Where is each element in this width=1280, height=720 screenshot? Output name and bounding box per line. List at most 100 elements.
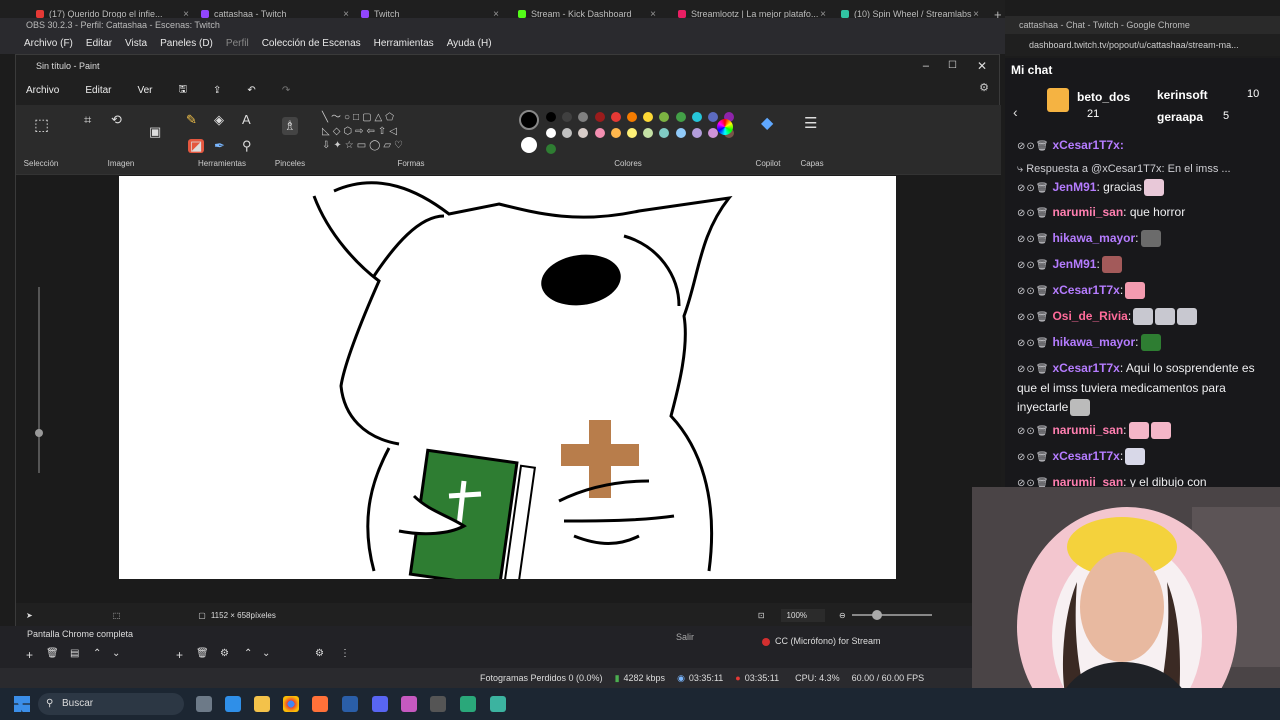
layers-icon[interactable]: ☰ [804, 116, 817, 131]
up-icon[interactable]: ⌃ [93, 648, 101, 659]
properties-icon[interactable]: ▤ [70, 648, 79, 659]
obs-icon[interactable] [430, 696, 446, 712]
delete-source-icon[interactable]: 🗑 [196, 648, 209, 659]
maximize-icon[interactable]: ☐ [948, 55, 957, 77]
mod-icons[interactable]: ⊘⊙🗑 [1017, 282, 1049, 301]
chat-username[interactable]: xCesar1T7x [1052, 283, 1119, 297]
eraser-icon[interactable]: ◪ [188, 139, 205, 153]
zoom-select[interactable]: 100% [780, 608, 826, 622]
edit-colors-icon[interactable] [717, 119, 733, 135]
primary-color[interactable] [519, 110, 539, 130]
color-swatch[interactable] [675, 112, 686, 122]
mod-icons[interactable]: ⊘⊙🗑 [1017, 422, 1049, 441]
down-icon[interactable]: ⌄ [112, 648, 120, 659]
mod-icons[interactable]: ⊘⊙🗑 [1017, 230, 1049, 249]
color-swatch[interactable] [546, 112, 556, 122]
color-swatch[interactable] [691, 112, 702, 122]
firefox-icon[interactable] [312, 696, 328, 712]
save-icon[interactable]: 🖫 [179, 82, 188, 99]
color-swatch[interactable] [627, 128, 637, 138]
zoom-slider[interactable] [851, 610, 932, 620]
chat-username[interactable]: xCesar1T7x: [1052, 138, 1123, 152]
chat-url[interactable]: dashboard.twitch.tv/popout/u/cattashaa/s… [1029, 40, 1239, 50]
menu-coleccion-escenas[interactable]: Colección de Escenas [262, 38, 361, 49]
mixer-menu-icon[interactable]: ⋮ [340, 648, 350, 659]
color-swatch[interactable] [594, 112, 605, 122]
chat-username[interactable]: JenM91 [1052, 257, 1096, 271]
color-swatch[interactable] [659, 112, 670, 122]
color-swatch[interactable] [708, 112, 718, 122]
discord-icon[interactable] [372, 696, 388, 712]
select-rect-icon[interactable]: ⬚ [34, 118, 49, 134]
fit-view-icon[interactable]: ⊡ [758, 611, 765, 620]
edge-icon[interactable] [225, 696, 241, 712]
add-icon[interactable]: + [26, 648, 33, 662]
add-source-icon[interactable]: + [176, 648, 183, 662]
color-swatch[interactable] [610, 112, 621, 122]
drawing-canvas[interactable] [119, 176, 896, 589]
color-swatch[interactable] [675, 128, 686, 138]
chat-username[interactable]: narumii_san [1052, 423, 1123, 437]
app-icon[interactable] [401, 696, 417, 712]
paint-menu-archivo[interactable]: Archivo [26, 85, 59, 96]
paint-menu-ver[interactable]: Ver [137, 85, 152, 96]
chat-username[interactable]: xCesar1T7x [1052, 449, 1119, 463]
copilot-icon[interactable]: ◆ [761, 116, 773, 132]
color-swatch[interactable] [627, 112, 637, 122]
secondary-color[interactable] [521, 137, 537, 153]
settings-icon[interactable]: ⚙ [979, 81, 989, 94]
mod-icons[interactable]: ⊘⊙🗑 [1017, 308, 1049, 327]
image-tool-icon[interactable]: ▣ [149, 125, 161, 139]
color-swatch[interactable] [643, 128, 654, 138]
mixer-settings-icon[interactable]: ⚙ [315, 648, 324, 659]
color-swatch[interactable] [659, 128, 670, 138]
brush-size-slider[interactable] [35, 279, 43, 479]
share-icon[interactable]: ⇪ [213, 85, 221, 96]
exit-button[interactable]: Salir [660, 632, 710, 642]
color-picker-icon[interactable]: ✒ [214, 139, 225, 153]
close-icon[interactable]: ✕ [977, 55, 987, 77]
mod-icons[interactable]: ⊘⊙🗑 [1017, 360, 1049, 379]
magnifier-icon[interactable]: ⚲ [242, 139, 252, 153]
color-swatch[interactable] [546, 144, 556, 154]
mod-icons[interactable]: ⊘⊙🗑 [1017, 204, 1049, 223]
task-view-icon[interactable] [196, 696, 212, 712]
brushes-icon[interactable]: ♗ [282, 117, 298, 135]
chat-username[interactable]: narumii_san [1052, 475, 1123, 487]
color-swatch[interactable] [546, 128, 556, 138]
chrome-icon[interactable] [283, 696, 299, 712]
mod-icons[interactable]: ⊘⊙🗑 [1017, 334, 1049, 353]
chat-username[interactable]: JenM91 [1052, 180, 1096, 194]
color-swatch[interactable] [562, 112, 573, 122]
color-swatch[interactable] [562, 128, 573, 138]
menu-archivo[interactable]: Archivo (F) [24, 38, 73, 49]
source-settings-icon[interactable]: ⚙ [220, 648, 229, 659]
menu-editar[interactable]: Editar [86, 38, 112, 49]
fill-icon[interactable]: ◈ [214, 113, 224, 127]
chevron-left-icon[interactable]: ‹ [1013, 104, 1018, 120]
paint-menu-editar[interactable]: Editar [85, 85, 111, 96]
delete-icon[interactable]: 🗑 [46, 648, 59, 659]
mod-icons[interactable]: ⊘⊙🗑 [1017, 137, 1049, 156]
paint-icon[interactable] [490, 696, 506, 712]
notes-icon[interactable] [460, 696, 476, 712]
zoom-out-icon[interactable]: ⊖ [839, 611, 846, 620]
redo-icon[interactable]: ↷ [282, 85, 290, 96]
chat-username[interactable]: xCesar1T7x [1052, 361, 1119, 375]
mod-icons[interactable]: ⊘⊙🗑 [1017, 179, 1049, 198]
menu-vista[interactable]: Vista [125, 38, 147, 49]
color-swatch[interactable] [594, 128, 605, 138]
menu-paneles[interactable]: Paneles (D) [160, 38, 213, 49]
mod-icons[interactable]: ⊘⊙🗑 [1017, 448, 1049, 467]
minimize-icon[interactable]: – [923, 55, 929, 77]
rotate-icon[interactable]: ⟲ [111, 113, 122, 127]
mod-icons[interactable]: ⊘⊙🗑 [1017, 256, 1049, 275]
color-swatch[interactable] [578, 112, 589, 122]
chat-username[interactable]: Osi_de_Rivia [1052, 309, 1127, 323]
menu-ayuda[interactable]: Ayuda (H) [447, 38, 492, 49]
color-swatch[interactable] [643, 112, 654, 122]
mod-icons[interactable]: ⊘⊙🗑 [1017, 474, 1049, 487]
shapes-gallery[interactable]: ╲〜○□▢△⬠ ◺◇⬡⇨⇦⇧◁ ⇩✦☆▭◯▱♡ [322, 111, 432, 151]
menu-perfil[interactable]: Perfil [226, 38, 249, 49]
file-explorer-icon[interactable] [254, 696, 270, 712]
